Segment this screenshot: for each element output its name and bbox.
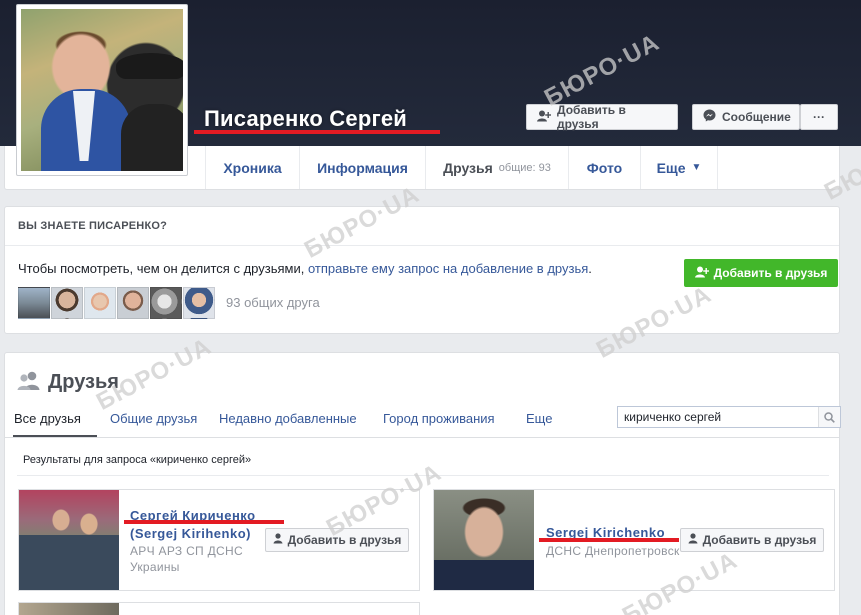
tab-about[interactable]: Информация bbox=[299, 146, 425, 189]
friend-avatar[interactable] bbox=[434, 490, 534, 590]
tab-photos-label: Фото bbox=[586, 159, 623, 176]
add-friend-icon bbox=[694, 266, 709, 281]
mutual-friend-avatar[interactable] bbox=[117, 287, 149, 319]
divider bbox=[5, 437, 839, 438]
tab-hometown[interactable]: Город проживания bbox=[383, 411, 495, 426]
profile-picture[interactable] bbox=[16, 4, 188, 176]
know-box: ВЫ ЗНАЕТЕ ПИСАРЕНКО? Чтобы посмотреть, ч… bbox=[4, 206, 840, 334]
friend-workplace: ДСНС Днепропетровск bbox=[546, 544, 680, 558]
mutual-friend-avatar[interactable] bbox=[51, 287, 83, 319]
know-text: Чтобы посмотреть, чем он делится с друзь… bbox=[18, 261, 592, 276]
tab-friends-count: общие: 93 bbox=[498, 161, 551, 174]
friend-result-card-partial bbox=[18, 602, 420, 615]
add-friend-label: Добавить в друзья bbox=[287, 533, 402, 547]
friend-avatar[interactable] bbox=[19, 603, 119, 615]
friend-alt-name[interactable]: (Sergej Kirihenko) bbox=[130, 526, 251, 541]
messenger-icon bbox=[703, 109, 716, 125]
add-friend-button[interactable]: Добавить в друзья bbox=[265, 528, 409, 552]
more-options-button[interactable]: ··· bbox=[800, 104, 838, 130]
add-friend-icon bbox=[688, 533, 698, 547]
add-friend-button[interactable]: Добавить в друзья bbox=[680, 528, 824, 552]
highlight-underline bbox=[124, 520, 284, 524]
more-dots-icon: ··· bbox=[813, 110, 825, 124]
tab-recently-added[interactable]: Недавно добавленные bbox=[219, 411, 357, 426]
know-text-end: . bbox=[588, 261, 592, 276]
mutual-friends-count[interactable]: 93 общих друга bbox=[226, 295, 320, 310]
friend-result-card: Сергей Кириченко (Sergej Kirihenko) АРЧ … bbox=[18, 489, 420, 591]
tab-photos[interactable]: Фото bbox=[568, 146, 640, 189]
mutual-friends-thumbs bbox=[18, 287, 216, 319]
mutual-friend-avatar[interactable] bbox=[18, 287, 50, 319]
message-label: Сообщение bbox=[722, 110, 791, 124]
tab-all-friends[interactable]: Все друзья bbox=[14, 411, 81, 426]
know-title: ВЫ ЗНАЕТЕ ПИСАРЕНКО? bbox=[18, 220, 168, 232]
chevron-down-icon: ▼ bbox=[691, 162, 702, 173]
add-friend-label: Добавить в друзья bbox=[557, 103, 626, 131]
tab-more-friends[interactable]: Еще bbox=[526, 411, 552, 426]
add-friend-button[interactable]: Добавить в друзья bbox=[526, 103, 678, 131]
tab-more[interactable]: Еще ▼ bbox=[640, 146, 718, 189]
tab-friends[interactable]: Друзья общие: 93 bbox=[425, 146, 568, 189]
send-request-link[interactable]: отправьте ему запрос на добавление в дру… bbox=[308, 261, 588, 276]
search-button[interactable] bbox=[818, 407, 840, 427]
know-text-start: Чтобы посмотреть, чем он делится с друзь… bbox=[18, 261, 308, 276]
search-icon bbox=[824, 411, 835, 423]
tab-about-label: Информация bbox=[317, 159, 408, 176]
friends-search bbox=[617, 406, 841, 428]
add-friend-icon bbox=[273, 533, 283, 547]
mutual-friend-avatar[interactable] bbox=[150, 287, 182, 319]
profile-name[interactable]: Писаренко Сергей bbox=[204, 106, 407, 132]
tab-friends-label: Друзья bbox=[443, 159, 493, 176]
friend-workplace: АРЧ АРЗ СП ДСНС bbox=[130, 544, 243, 558]
tab-timeline-label: Хроника bbox=[223, 159, 282, 176]
friend-avatar[interactable] bbox=[19, 490, 119, 590]
highlight-underline bbox=[194, 130, 440, 134]
profile-photo-image bbox=[21, 9, 183, 171]
add-friend-icon bbox=[537, 110, 552, 125]
friends-title: Друзья bbox=[48, 371, 119, 393]
friends-icon bbox=[17, 371, 41, 391]
highlight-underline bbox=[539, 538, 679, 542]
divider bbox=[5, 245, 839, 246]
tab-more-label: Еще bbox=[656, 159, 686, 176]
divider bbox=[17, 475, 829, 476]
mutual-friend-avatar[interactable] bbox=[183, 287, 215, 319]
tab-timeline[interactable]: Хроника bbox=[205, 146, 299, 189]
message-button[interactable]: Сообщение bbox=[692, 104, 800, 130]
add-friend-green-button[interactable]: Добавить в друзья bbox=[684, 259, 838, 287]
add-friend-label: Добавить в друзья bbox=[702, 533, 817, 547]
mutual-friend-avatar[interactable] bbox=[84, 287, 116, 319]
friends-search-input[interactable] bbox=[618, 407, 818, 427]
friend-location: Украины bbox=[130, 560, 180, 574]
add-friend-green-label: Добавить в друзья bbox=[713, 266, 828, 280]
search-results-label: Результаты для запроса «кириченко сергей… bbox=[23, 454, 252, 466]
tab-mutual-friends[interactable]: Общие друзья bbox=[110, 411, 197, 426]
